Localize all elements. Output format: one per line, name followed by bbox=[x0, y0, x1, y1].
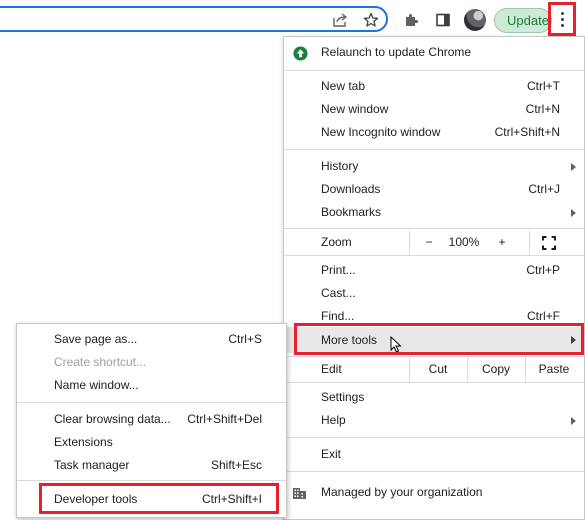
chrome-main-menu: Relaunch to update Chrome New tab Ctrl+T… bbox=[283, 36, 585, 520]
menu-item-developer-tools[interactable]: Developer tools Ctrl+Shift+I bbox=[17, 488, 286, 511]
copy-button[interactable]: Copy bbox=[468, 357, 524, 382]
menu-item-save-page-as[interactable]: Save page as... Ctrl+S bbox=[17, 328, 286, 351]
menu-item-zoom: Zoom − 100% + bbox=[284, 230, 584, 255]
menu-item-label: New tab bbox=[321, 79, 366, 93]
zoom-in-button[interactable]: + bbox=[490, 230, 514, 255]
update-arrow-icon bbox=[292, 45, 308, 61]
menu-item-label: New Incognito window bbox=[321, 125, 441, 139]
menu-item-shortcut: Ctrl+N bbox=[525, 102, 560, 116]
side-panel-icon[interactable] bbox=[433, 10, 453, 30]
zoom-level-value: 100% bbox=[448, 235, 480, 249]
menu-item-more-tools[interactable]: More tools bbox=[284, 327, 584, 353]
menu-item-task-manager[interactable]: Task manager Shift+Esc bbox=[17, 454, 286, 477]
menu-separator bbox=[284, 382, 584, 383]
menu-item-clear-browsing-data[interactable]: Clear browsing data... Ctrl+Shift+Del bbox=[17, 408, 286, 431]
menu-item-bookmarks[interactable]: Bookmarks bbox=[284, 201, 584, 224]
menu-item-label: Managed by your organization bbox=[321, 485, 483, 499]
menu-item-label: Developer tools bbox=[54, 492, 138, 506]
menu-item-print[interactable]: Print... Ctrl+P bbox=[284, 259, 584, 282]
menu-item-new-tab[interactable]: New tab Ctrl+T bbox=[284, 75, 584, 98]
menu-item-new-incognito-window[interactable]: New Incognito window Ctrl+Shift+N bbox=[284, 121, 584, 144]
menu-item-label: Name window... bbox=[54, 378, 139, 392]
submenu-arrow-icon bbox=[571, 336, 576, 344]
menu-separator bbox=[17, 402, 286, 403]
more-tools-submenu: Save page as... Ctrl+S Create shortcut..… bbox=[16, 323, 287, 518]
mouse-cursor-icon bbox=[389, 335, 403, 353]
menu-item-label: New window bbox=[321, 102, 389, 116]
menu-separator bbox=[284, 255, 584, 256]
menu-item-label: Cast... bbox=[321, 286, 356, 300]
zoom-out-button[interactable]: − bbox=[417, 230, 441, 255]
menu-divider bbox=[529, 230, 530, 255]
menu-item-shortcut: Ctrl+S bbox=[228, 332, 262, 346]
kebab-menu-icon[interactable] bbox=[548, 2, 576, 36]
menu-item-exit[interactable]: Exit bbox=[284, 443, 584, 466]
paste-button[interactable]: Paste bbox=[526, 357, 582, 382]
menu-item-label: History bbox=[321, 159, 359, 173]
menu-item-shortcut: Ctrl+T bbox=[527, 79, 560, 93]
menu-item-label: Settings bbox=[321, 390, 365, 404]
menu-item-help[interactable]: Help bbox=[284, 409, 584, 432]
menu-item-shortcut: Ctrl+F bbox=[527, 309, 560, 323]
menu-item-label: More tools bbox=[321, 333, 378, 347]
share-icon[interactable] bbox=[330, 10, 350, 30]
menu-item-history[interactable]: History bbox=[284, 155, 584, 178]
menu-item-label: Extensions bbox=[54, 435, 113, 449]
menu-item-new-window[interactable]: New window Ctrl+N bbox=[284, 98, 584, 121]
menu-item-shortcut: Ctrl+P bbox=[526, 263, 560, 277]
submenu-arrow-icon bbox=[571, 417, 576, 425]
browser-toolbar: Update bbox=[0, 0, 585, 40]
menu-item-label: Task manager bbox=[54, 458, 130, 472]
update-button[interactable]: Update bbox=[494, 8, 552, 33]
menu-item-managed[interactable]: Managed by your organization bbox=[284, 481, 584, 504]
menu-item-find[interactable]: Find... Ctrl+F bbox=[284, 305, 584, 328]
menu-item-downloads[interactable]: Downloads Ctrl+J bbox=[284, 178, 584, 201]
menu-separator bbox=[284, 471, 584, 472]
submenu-arrow-icon bbox=[571, 209, 576, 217]
menu-item-cast[interactable]: Cast... bbox=[284, 282, 584, 305]
menu-item-label: Save page as... bbox=[54, 332, 138, 346]
edit-label: Edit bbox=[321, 362, 342, 376]
menu-item-shortcut: Ctrl+Shift+I bbox=[201, 492, 262, 506]
menu-item-settings[interactable]: Settings bbox=[284, 386, 584, 409]
menu-item-edit: Edit Cut Copy Paste bbox=[284, 357, 584, 382]
menu-item-shortcut: Ctrl+Shift+Del bbox=[187, 412, 262, 426]
star-icon[interactable] bbox=[361, 10, 381, 30]
menu-item-extensions[interactable]: Extensions bbox=[17, 431, 286, 454]
menu-item-label: Clear browsing data... bbox=[54, 412, 171, 426]
avatar[interactable] bbox=[464, 9, 486, 31]
menu-item-name-window[interactable]: Name window... bbox=[17, 374, 286, 397]
menu-divider bbox=[409, 230, 410, 255]
menu-item-shortcut: Shift+Esc bbox=[210, 458, 262, 472]
menu-separator bbox=[284, 70, 584, 71]
menu-item-label: Bookmarks bbox=[321, 205, 382, 219]
menu-separator bbox=[284, 149, 584, 150]
puzzle-icon[interactable] bbox=[401, 10, 421, 30]
menu-item-shortcut: Ctrl+Shift+N bbox=[494, 125, 560, 139]
menu-item-relaunch[interactable]: Relaunch to update Chrome bbox=[284, 41, 584, 64]
menu-item-label: Exit bbox=[321, 447, 342, 461]
menu-item-label: Print... bbox=[321, 263, 356, 277]
menu-item-create-shortcut: Create shortcut... bbox=[17, 351, 286, 374]
zoom-label: Zoom bbox=[321, 235, 352, 249]
cut-button[interactable]: Cut bbox=[410, 357, 466, 382]
menu-item-label: Help bbox=[321, 413, 346, 427]
building-icon bbox=[291, 484, 308, 501]
menu-separator bbox=[17, 480, 286, 481]
menu-item-shortcut: Ctrl+J bbox=[528, 182, 560, 196]
menu-separator bbox=[284, 228, 584, 229]
submenu-arrow-icon bbox=[571, 163, 576, 171]
menu-item-label: Relaunch to update Chrome bbox=[321, 45, 472, 59]
menu-item-label: Downloads bbox=[321, 182, 381, 196]
menu-item-label: Create shortcut... bbox=[54, 355, 147, 369]
fullscreen-icon[interactable] bbox=[540, 234, 558, 252]
menu-item-label: Find... bbox=[321, 309, 355, 323]
menu-separator bbox=[284, 437, 584, 438]
